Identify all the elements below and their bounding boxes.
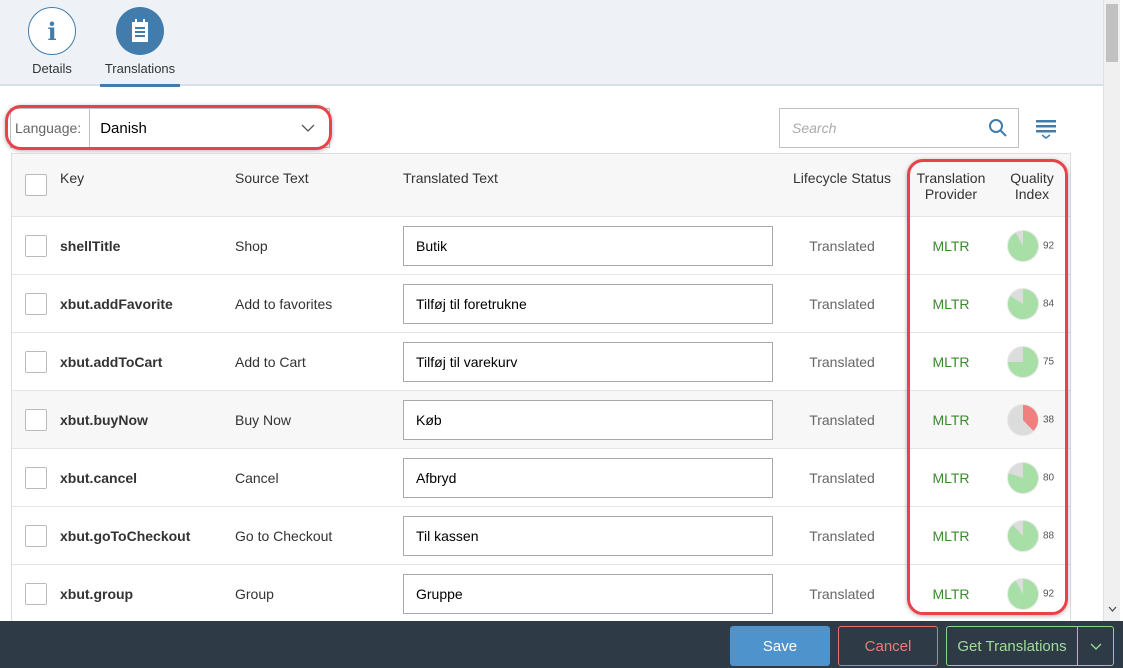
translated-text-value: Afbryd <box>416 469 457 486</box>
translated-text-value: Tilføj til foretrukne <box>416 295 527 312</box>
row-lifecycle-status: Translated <box>809 353 875 370</box>
row-key: xbut.buyNow <box>60 411 148 428</box>
header-bar: i Details Translations <box>0 0 1103 87</box>
translated-text-value: Køb <box>416 411 442 428</box>
row-lifecycle-status: Translated <box>809 237 875 254</box>
highlight-annotation <box>907 159 1068 615</box>
row-source-text: Cancel <box>235 469 279 486</box>
row-key: xbut.addToCart <box>60 353 163 370</box>
col-source: Source Text <box>235 170 309 186</box>
translated-text-input[interactable]: Tilføj til foretrukne <box>403 283 773 324</box>
row-checkbox[interactable] <box>25 524 47 547</box>
tab-details[interactable]: i Details <box>12 7 92 76</box>
highlight-annotation <box>5 105 332 150</box>
tab-label: Details <box>32 61 72 76</box>
row-key: xbut.goToCheckout <box>60 527 191 544</box>
row-checkbox[interactable] <box>25 234 47 257</box>
scrollbar-thumb[interactable] <box>1106 4 1118 62</box>
info-icon: i <box>28 7 76 55</box>
row-source-text: Buy Now <box>235 411 292 428</box>
row-checkbox[interactable] <box>25 292 47 315</box>
search-input[interactable]: Search <box>779 108 1019 148</box>
menu-icon[interactable] <box>1036 118 1058 140</box>
translated-text-value: Tilføj til varekurv <box>416 353 518 370</box>
active-tab-indicator <box>100 84 180 87</box>
row-source-text: Shop <box>235 237 268 254</box>
footer-bar: Save Cancel Get Translations <box>0 621 1123 668</box>
row-key: shellTitle <box>60 237 121 254</box>
row-lifecycle-status: Translated <box>809 411 875 428</box>
row-source-text: Add to favorites <box>235 295 333 312</box>
cancel-button[interactable]: Cancel <box>838 626 938 666</box>
col-key: Key <box>60 170 85 186</box>
select-all-checkbox[interactable] <box>25 174 47 196</box>
tab-translations[interactable]: Translations <box>100 7 180 76</box>
get-translations-dropdown[interactable] <box>1077 626 1114 666</box>
row-checkbox[interactable] <box>25 408 47 431</box>
save-button[interactable]: Save <box>730 626 830 666</box>
translated-text-value: Til kassen <box>416 527 479 544</box>
translated-text-input[interactable]: Til kassen <box>403 515 773 556</box>
col-translated: Translated Text <box>403 170 498 186</box>
row-source-text: Go to Checkout <box>235 527 333 544</box>
chevron-down-icon <box>1090 643 1101 650</box>
search-icon[interactable] <box>988 118 1008 138</box>
row-lifecycle-status: Translated <box>809 469 875 486</box>
translated-text-value: Butik <box>416 237 448 254</box>
translated-text-input[interactable]: Køb <box>403 399 773 440</box>
get-translations-button[interactable]: Get Translations <box>946 626 1077 666</box>
translated-text-input[interactable]: Tilføj til varekurv <box>403 341 773 382</box>
translated-text-value: Gruppe <box>416 585 463 602</box>
notepad-icon <box>116 7 164 55</box>
row-lifecycle-status: Translated <box>809 527 875 544</box>
row-checkbox[interactable] <box>25 350 47 373</box>
col-lifecycle: Lifecycle Status <box>793 170 892 186</box>
row-checkbox[interactable] <box>25 466 47 489</box>
row-key: xbut.group <box>60 585 134 602</box>
search-placeholder: Search <box>792 120 837 136</box>
scrollbar[interactable] <box>1103 0 1120 621</box>
translated-text-input[interactable]: Afbryd <box>403 457 773 498</box>
tab-label: Translations <box>104 61 176 76</box>
scroll-down-icon[interactable] <box>1108 606 1117 612</box>
row-source-text: Add to Cart <box>235 353 306 370</box>
row-lifecycle-status: Translated <box>809 295 875 312</box>
row-source-text: Group <box>235 585 274 602</box>
row-key: xbut.cancel <box>60 469 138 486</box>
row-key: xbut.addFavorite <box>60 295 173 312</box>
translated-text-input[interactable]: Gruppe <box>403 573 773 614</box>
translated-text-input[interactable]: Butik <box>403 225 773 266</box>
row-checkbox[interactable] <box>25 582 47 605</box>
row-lifecycle-status: Translated <box>809 585 875 602</box>
